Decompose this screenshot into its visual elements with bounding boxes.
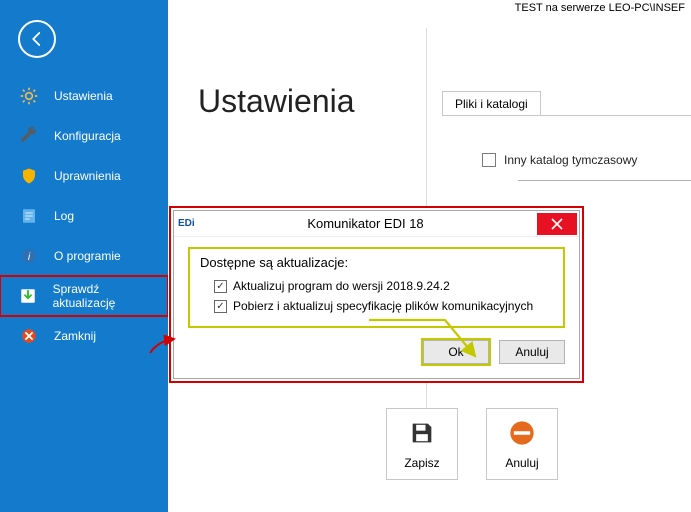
info-icon: i xyxy=(18,245,40,267)
back-button[interactable] xyxy=(18,20,56,58)
checkbox-option-1[interactable]: ✓ Aktualizuj program do wersji 2018.9.24… xyxy=(200,276,553,296)
save-label: Zapisz xyxy=(404,456,439,470)
checkbox-label: Inny katalog tymczasowy xyxy=(504,153,637,167)
cancel-label: Anuluj xyxy=(505,456,538,470)
sidebar-item-label: Sprawdź aktualizację xyxy=(53,282,158,310)
gear-icon xyxy=(18,85,40,107)
sidebar-item-label: Uprawnienia xyxy=(54,169,121,183)
sidebar-item-sprawdz-aktualizacje[interactable]: Sprawdź aktualizację xyxy=(0,276,168,316)
sidebar-item-label: Log xyxy=(54,209,74,223)
option-label: Aktualizuj program do wersji 2018.9.24.2 xyxy=(233,279,450,293)
update-dialog: EDi Komunikator EDI 18 Dostępne są aktua… xyxy=(173,210,580,379)
cancel-button[interactable]: Anuluj xyxy=(486,408,558,480)
sidebar-item-uprawnienia[interactable]: Uprawnienia xyxy=(0,156,168,196)
sidebar: Ustawienia Konfiguracja Uprawnienia Log … xyxy=(0,0,168,512)
sidebar-item-log[interactable]: Log xyxy=(0,196,168,236)
save-icon xyxy=(407,418,437,448)
checkbox-checked-icon: ✓ xyxy=(214,300,227,313)
sidebar-item-zamknij[interactable]: Zamknij xyxy=(0,316,168,356)
shield-icon xyxy=(18,165,40,187)
dialog-cancel-button[interactable]: Anuluj xyxy=(499,340,565,364)
checkbox-option-2[interactable]: ✓ Pobierz i aktualizuj specyfikację plik… xyxy=(200,296,553,316)
document-icon xyxy=(18,205,40,227)
dialog-app-icon: EDi xyxy=(174,218,194,229)
text-field-underline[interactable] xyxy=(518,180,691,181)
tab-bar: Pliki i katalogi xyxy=(442,90,541,115)
download-icon xyxy=(18,285,39,307)
dialog-titlebar: EDi Komunikator EDI 18 xyxy=(174,211,579,237)
save-button[interactable]: Zapisz xyxy=(386,408,458,480)
sidebar-item-konfiguracja[interactable]: Konfiguracja xyxy=(0,116,168,156)
sidebar-item-ustawienia[interactable]: Ustawienia xyxy=(0,76,168,116)
sidebar-item-label: Ustawienia xyxy=(54,89,113,103)
checkbox-icon xyxy=(482,153,496,167)
sidebar-item-o-programie[interactable]: i O programie xyxy=(0,236,168,276)
tab-underline xyxy=(442,115,691,116)
close-icon xyxy=(551,218,563,230)
sidebar-item-label: Zamknij xyxy=(54,329,96,343)
dialog-subtitle: Dostępne są aktualizacje: xyxy=(200,255,553,270)
update-options-box: Dostępne są aktualizacje: ✓ Aktualizuj p… xyxy=(188,247,565,328)
close-circle-icon xyxy=(18,325,40,347)
dialog-ok-button[interactable]: Ok xyxy=(423,340,489,364)
checkbox-inny-katalog[interactable]: Inny katalog tymczasowy xyxy=(482,153,637,167)
update-dialog-frame: EDi Komunikator EDI 18 Dostępne są aktua… xyxy=(169,206,584,383)
cancel-icon xyxy=(507,418,537,448)
checkbox-checked-icon: ✓ xyxy=(214,280,227,293)
sidebar-item-label: O programie xyxy=(54,249,121,263)
bottom-button-row: Zapisz Anuluj xyxy=(386,408,558,480)
wrench-icon xyxy=(18,125,40,147)
dialog-title: Komunikator EDI 18 xyxy=(194,216,537,231)
dialog-close-button[interactable] xyxy=(537,213,577,235)
option-label: Pobierz i aktualizuj specyfikację plików… xyxy=(233,299,533,313)
dialog-body: Dostępne są aktualizacje: ✓ Aktualizuj p… xyxy=(174,237,579,378)
tab-pliki-i-katalogi[interactable]: Pliki i katalogi xyxy=(442,91,541,116)
arrow-left-icon xyxy=(28,30,46,48)
sidebar-item-label: Konfiguracja xyxy=(54,129,121,143)
dialog-button-row: Ok Anuluj xyxy=(188,340,565,364)
